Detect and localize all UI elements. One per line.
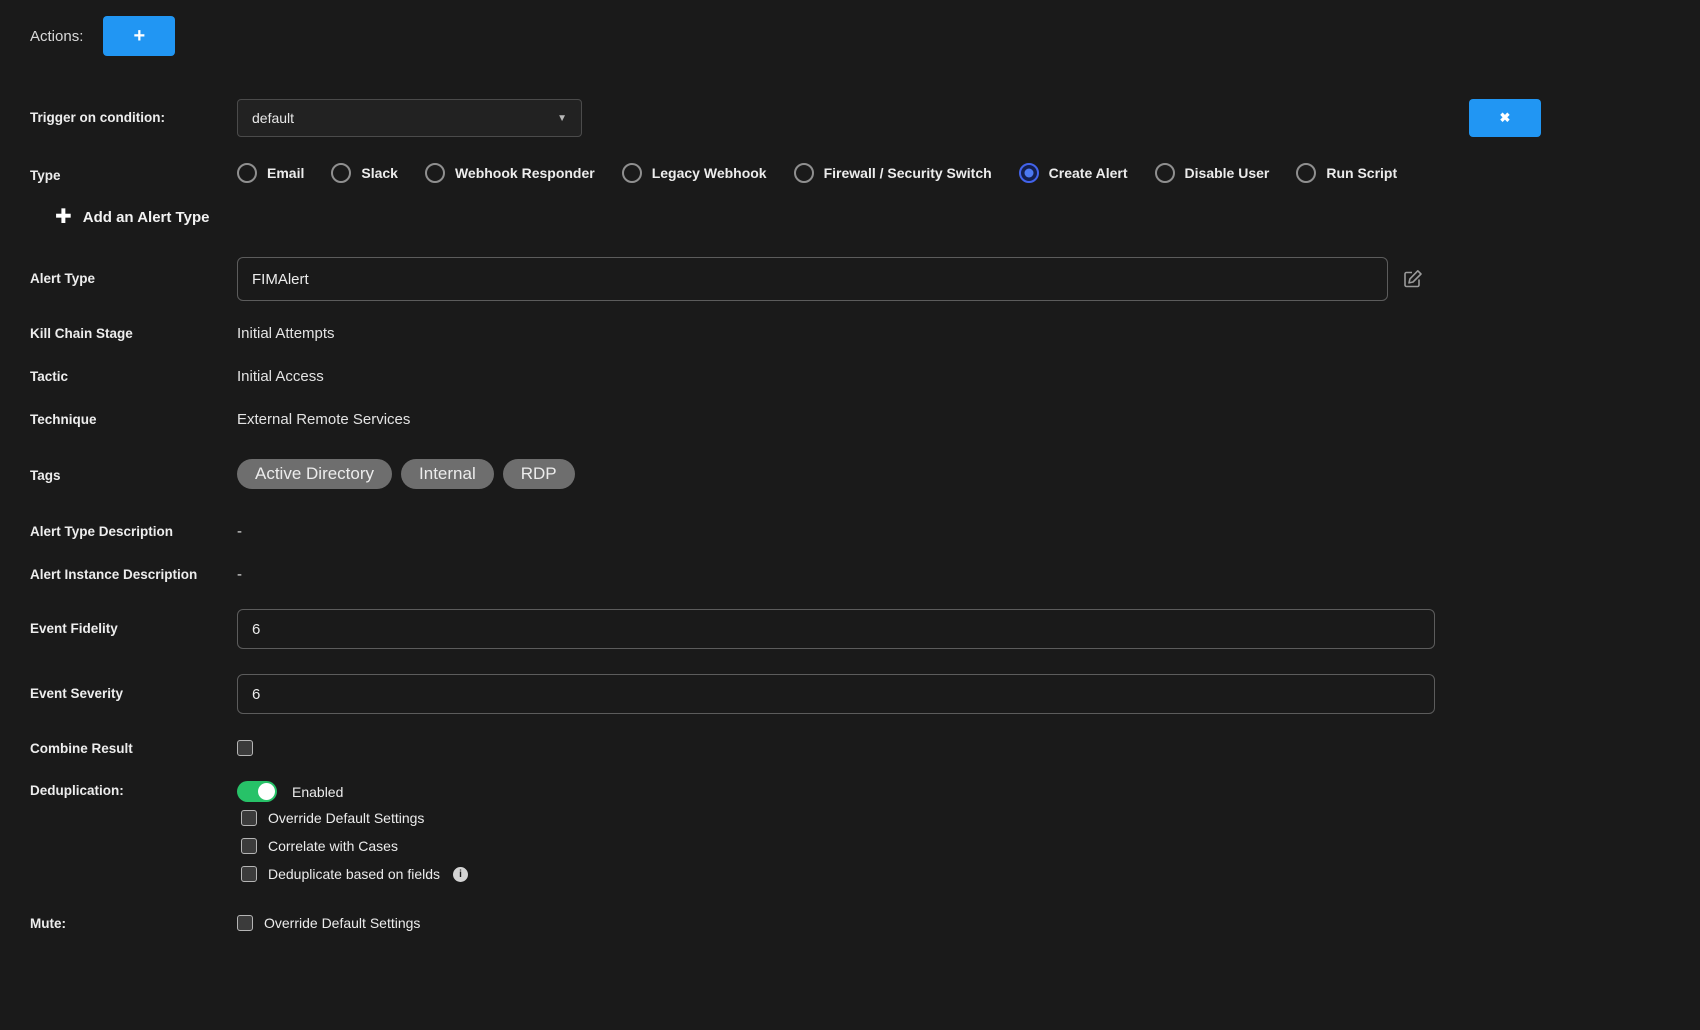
radio-option-webhook-responder[interactable]: Webhook Responder xyxy=(425,163,595,183)
actions-row: Actions: + xyxy=(30,16,175,56)
radio-circle xyxy=(622,163,642,183)
radio-circle xyxy=(1296,163,1316,183)
radio-option-disable-user[interactable]: Disable User xyxy=(1155,163,1270,183)
alert-type-label: Alert Type xyxy=(30,271,95,286)
correlate-with-cases-row[interactable]: Correlate with Cases xyxy=(241,838,468,854)
mute-override-default-settings-row[interactable]: Override Default Settings xyxy=(237,915,420,931)
radio-label: Firewall / Security Switch xyxy=(824,165,992,181)
event-severity-label: Event Severity xyxy=(30,686,123,701)
override-default-settings-checkbox[interactable] xyxy=(241,810,257,826)
add-alert-type-link[interactable]: ✚ Add an Alert Type xyxy=(55,207,209,227)
radio-circle xyxy=(331,163,351,183)
type-radio-group: Email Slack Webhook Responder Legacy Web… xyxy=(237,163,1397,183)
radio-label: Disable User xyxy=(1185,165,1270,181)
checkbox-label: Override Default Settings xyxy=(268,810,424,826)
toggle-knob xyxy=(258,783,275,800)
deduplication-toggle-label: Enabled xyxy=(292,784,343,800)
radio-label: Slack xyxy=(361,165,398,181)
event-fidelity-input[interactable] xyxy=(237,609,1435,649)
tactic-label: Tactic xyxy=(30,369,68,384)
combine-result-checkbox[interactable] xyxy=(237,740,253,756)
alert-type-description-label: Alert Type Description xyxy=(30,524,173,539)
edit-icon[interactable] xyxy=(1403,269,1423,294)
checkbox-label: Correlate with Cases xyxy=(268,838,398,854)
trigger-condition-dropdown[interactable]: default ▼ xyxy=(237,99,582,137)
deduplication-toggle[interactable] xyxy=(237,781,277,802)
radio-circle xyxy=(237,163,257,183)
radio-option-firewall-security-switch[interactable]: Firewall / Security Switch xyxy=(794,163,992,183)
kill-chain-stage-value: Initial Attempts xyxy=(237,325,335,342)
event-severity-input[interactable] xyxy=(237,674,1435,714)
radio-option-slack[interactable]: Slack xyxy=(331,163,398,183)
radio-option-create-alert[interactable]: Create Alert xyxy=(1019,163,1128,183)
deduplicate-based-on-fields-row[interactable]: Deduplicate based on fields i xyxy=(241,866,468,882)
radio-circle xyxy=(1019,163,1039,183)
checkbox-label: Deduplicate based on fields xyxy=(268,866,440,882)
radio-label: Legacy Webhook xyxy=(652,165,767,181)
alert-instance-description-value: - xyxy=(237,566,242,583)
combine-result-label: Combine Result xyxy=(30,741,133,756)
trigger-condition-label: Trigger on condition: xyxy=(30,110,165,125)
radio-label: Email xyxy=(267,165,304,181)
type-label: Type xyxy=(30,168,61,183)
deduplicate-based-on-fields-checkbox[interactable] xyxy=(241,866,257,882)
tactic-value: Initial Access xyxy=(237,368,324,385)
info-icon: i xyxy=(453,867,468,882)
tags-list: Active Directory Internal RDP xyxy=(237,459,575,489)
mute-label: Mute: xyxy=(30,916,66,931)
remove-action-button[interactable]: ✖ xyxy=(1469,99,1541,137)
radio-option-email[interactable]: Email xyxy=(237,163,304,183)
radio-option-legacy-webhook[interactable]: Legacy Webhook xyxy=(622,163,767,183)
tag-pill: RDP xyxy=(503,459,575,489)
tag-pill: Internal xyxy=(401,459,494,489)
plus-icon: + xyxy=(134,25,146,48)
chevron-down-icon: ▼ xyxy=(557,113,567,124)
add-action-button[interactable]: + xyxy=(103,16,175,56)
alert-type-description-value: - xyxy=(237,523,242,540)
mute-override-default-settings-checkbox[interactable] xyxy=(237,915,253,931)
dedup-override-default-settings-row[interactable]: Override Default Settings xyxy=(241,810,468,826)
radio-label: Create Alert xyxy=(1049,165,1128,181)
deduplication-toggle-row: Enabled xyxy=(237,781,343,802)
radio-circle xyxy=(794,163,814,183)
checkbox-label: Override Default Settings xyxy=(264,915,420,931)
add-alert-type-label: Add an Alert Type xyxy=(83,209,210,226)
deduplication-label: Deduplication: xyxy=(30,783,124,798)
dropdown-selected-value: default xyxy=(252,110,294,126)
tag-pill: Active Directory xyxy=(237,459,392,489)
close-icon: ✖ xyxy=(1500,110,1511,126)
event-fidelity-label: Event Fidelity xyxy=(30,621,118,636)
tags-label: Tags xyxy=(30,468,61,483)
alert-instance-description-label: Alert Instance Description xyxy=(30,567,197,582)
alert-type-input[interactable] xyxy=(237,257,1388,301)
correlate-with-cases-checkbox[interactable] xyxy=(241,838,257,854)
kill-chain-stage-label: Kill Chain Stage xyxy=(30,326,133,341)
actions-label: Actions: xyxy=(30,28,83,45)
radio-label: Webhook Responder xyxy=(455,165,595,181)
deduplication-options: Override Default Settings Correlate with… xyxy=(241,810,468,882)
technique-value: External Remote Services xyxy=(237,411,410,428)
radio-circle xyxy=(425,163,445,183)
radio-circle xyxy=(1155,163,1175,183)
technique-label: Technique xyxy=(30,412,97,427)
radio-option-run-script[interactable]: Run Script xyxy=(1296,163,1397,183)
plus-icon: ✚ xyxy=(55,207,72,227)
radio-label: Run Script xyxy=(1326,165,1397,181)
